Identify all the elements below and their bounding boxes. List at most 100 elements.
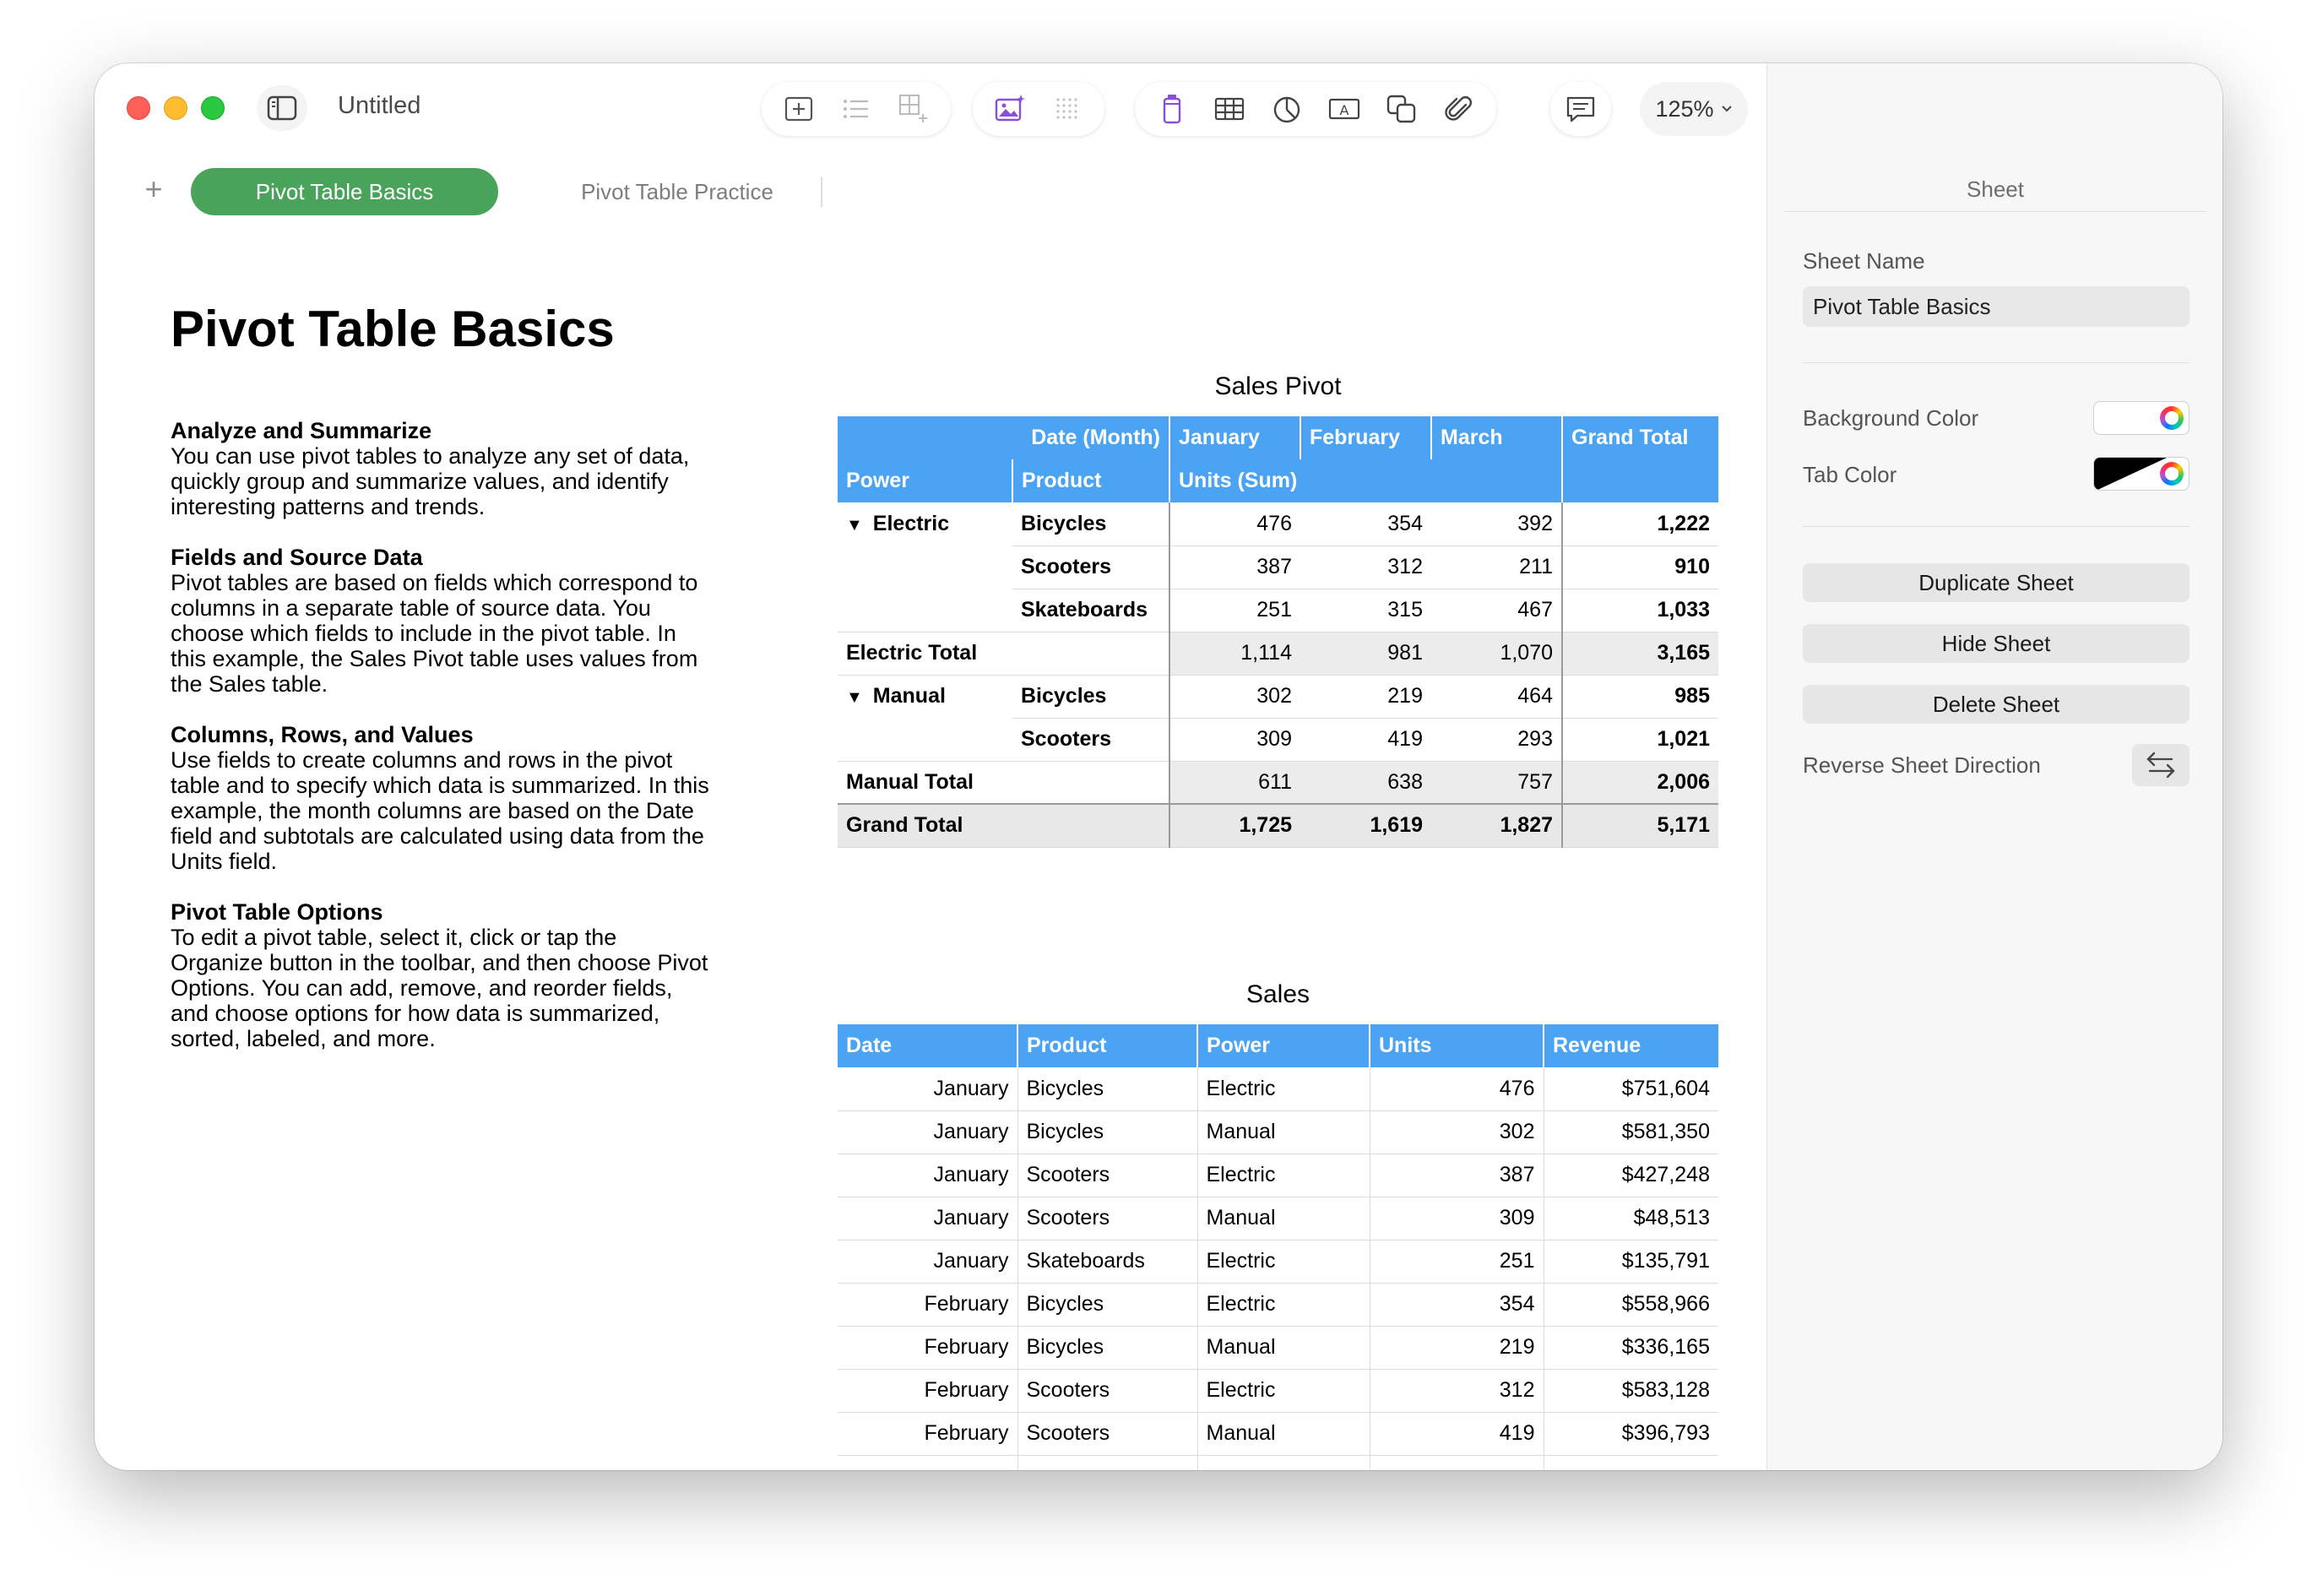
table-cell[interactable]: $583,128	[1544, 1369, 1718, 1413]
table-cell[interactable]: 354	[1300, 502, 1431, 546]
tab-color-well[interactable]	[2093, 457, 2189, 491]
table-cell[interactable]: January	[838, 1154, 1018, 1197]
pie-chart-button[interactable]	[1262, 88, 1312, 130]
table-cell[interactable]: 309	[1370, 1197, 1544, 1240]
table-cell[interactable]: 219	[1370, 1326, 1544, 1370]
disclosure-triangle-icon[interactable]: ▼	[846, 688, 863, 707]
table-cell[interactable]: 251	[1370, 1240, 1544, 1284]
group-cell[interactable]: ▼ Electric	[838, 502, 1012, 546]
tab-pivot-table-practice[interactable]: Pivot Table Practice	[517, 168, 838, 215]
table-cell[interactable]: 1,070	[1431, 632, 1562, 676]
units-sum-field[interactable]: Units (Sum)	[1169, 459, 1563, 502]
product-field[interactable]: Product	[1012, 459, 1170, 502]
table-cell[interactable]: January	[838, 1067, 1018, 1111]
page-title[interactable]: Pivot Table Basics	[171, 300, 615, 358]
table-cell[interactable]: $581,350	[1544, 1110, 1718, 1154]
table-cell[interactable]: 302	[1370, 1110, 1544, 1154]
table-cell[interactable]: 293	[1431, 718, 1562, 762]
table-cell[interactable]: $396,793	[1544, 1412, 1718, 1456]
table-cell[interactable]: 467	[1431, 589, 1562, 632]
table-cell[interactable]: 981	[1300, 632, 1431, 676]
sales-table-title[interactable]: Sales	[838, 980, 1718, 1009]
table-cell[interactable]: $558,966	[1544, 1283, 1718, 1327]
table-cell[interactable]: January	[838, 1240, 1018, 1284]
table-cell[interactable]: Electric	[1197, 1240, 1370, 1284]
table-cell[interactable]: Scooters	[1017, 1369, 1198, 1413]
column-header[interactable]: January	[1169, 416, 1301, 459]
table-cell[interactable]: 5,171	[1561, 803, 1718, 848]
table-cell[interactable]: 219	[1300, 675, 1431, 719]
table-cell[interactable]: Electric Total	[838, 632, 1012, 676]
table-cell[interactable]: $427,248	[1544, 1154, 1718, 1197]
table-cell[interactable]: 387	[1370, 1154, 1544, 1197]
table-cell[interactable]: Manual	[1197, 1326, 1370, 1370]
table-cell[interactable]: 1,021	[1561, 718, 1718, 762]
document-title[interactable]: Untitled	[338, 92, 421, 120]
table-cell[interactable]: Bicycles	[1017, 1110, 1198, 1154]
table-cell[interactable]	[838, 1455, 1018, 1470]
table-cell[interactable]: February	[838, 1412, 1018, 1456]
insert-table-button[interactable]	[773, 88, 824, 130]
table-cell[interactable]: 476	[1370, 1067, 1544, 1111]
table-cell[interactable]: 757	[1431, 761, 1562, 805]
table-cell[interactable]: 1,827	[1431, 803, 1562, 848]
column-header[interactable]: Power	[1197, 1024, 1370, 1067]
table-cell[interactable]: $336,165	[1544, 1326, 1718, 1370]
table-cell[interactable]: 611	[1169, 761, 1300, 805]
table-cell[interactable]: $751,604	[1544, 1067, 1718, 1111]
table-cell[interactable]: 476	[1169, 502, 1300, 546]
dot-grid-button[interactable]	[1042, 88, 1093, 130]
table-cell[interactable]: Scooters	[1012, 718, 1170, 762]
table-cell[interactable]: 309	[1169, 718, 1300, 762]
table-cell[interactable]: 392	[1431, 502, 1562, 546]
inspector-tab-sheet[interactable]: Sheet	[1767, 176, 2222, 203]
table-cell[interactable]: 1,725	[1169, 803, 1300, 848]
table-cell[interactable]: 1,114	[1169, 632, 1300, 676]
table-cell[interactable]	[1012, 803, 1170, 848]
table-cell[interactable]: 312	[1370, 1369, 1544, 1413]
reverse-sheet-direction-button[interactable]	[2132, 744, 2189, 786]
table-cell[interactable]: Manual Total	[838, 761, 1012, 805]
table-button[interactable]	[1204, 88, 1255, 130]
color-wheel-icon[interactable]	[2160, 462, 2184, 486]
table-cell[interactable]: 387	[1169, 546, 1300, 589]
table-cell[interactable]: 3,165	[1561, 632, 1718, 676]
shapes-button[interactable]	[1376, 88, 1427, 130]
column-header[interactable]: Date	[838, 1024, 1018, 1067]
text-box[interactable]: Analyze and Summarize You can use pivot …	[171, 418, 745, 1077]
table-cell[interactable]: February	[838, 1326, 1018, 1370]
delete-sheet-button[interactable]: Delete Sheet	[1803, 685, 2189, 724]
table-cell[interactable]: 211	[1431, 546, 1562, 589]
table-cell[interactable]: Electric	[1197, 1369, 1370, 1413]
close-button[interactable]	[127, 96, 150, 120]
date-month-field[interactable]: Date (Month)	[838, 416, 1170, 459]
table-cell[interactable]	[1370, 1455, 1544, 1470]
attachment-button[interactable]	[1434, 88, 1484, 130]
zoom-window-button[interactable]	[201, 96, 225, 120]
list-button[interactable]	[831, 88, 882, 130]
table-cell[interactable]: Bicycles	[1017, 1326, 1198, 1370]
table-cell[interactable]: 985	[1561, 675, 1718, 719]
table-cell[interactable]: 312	[1300, 546, 1431, 589]
table-cell[interactable]: 1,033	[1561, 589, 1718, 632]
comment-button[interactable]	[1555, 88, 1606, 130]
text-box-button[interactable]: A	[1319, 88, 1370, 130]
table-cell[interactable]: 464	[1431, 675, 1562, 719]
image-playground-button[interactable]	[985, 88, 1035, 130]
table-cell[interactable]	[1197, 1455, 1370, 1470]
table-cell[interactable]	[838, 546, 1012, 589]
table-cell[interactable]	[1017, 1455, 1198, 1470]
power-field[interactable]: Power	[838, 459, 1013, 502]
disclosure-triangle-icon[interactable]: ▼	[846, 516, 863, 535]
table-cell[interactable]: Scooters	[1017, 1197, 1198, 1240]
column-header[interactable]: Units	[1370, 1024, 1544, 1067]
column-header[interactable]: Grand Total	[1562, 416, 1718, 459]
column-header[interactable]: March	[1431, 416, 1563, 459]
table-cell[interactable]: 302	[1169, 675, 1300, 719]
table-cell[interactable]	[838, 718, 1012, 762]
table-cell[interactable]: Bicycles	[1012, 502, 1170, 546]
table-cell[interactable]: $48,513	[1544, 1197, 1718, 1240]
table-cell[interactable]	[1012, 761, 1170, 805]
table-cell[interactable]: $135,791	[1544, 1240, 1718, 1284]
table-cell[interactable]: Electric	[1197, 1067, 1370, 1111]
